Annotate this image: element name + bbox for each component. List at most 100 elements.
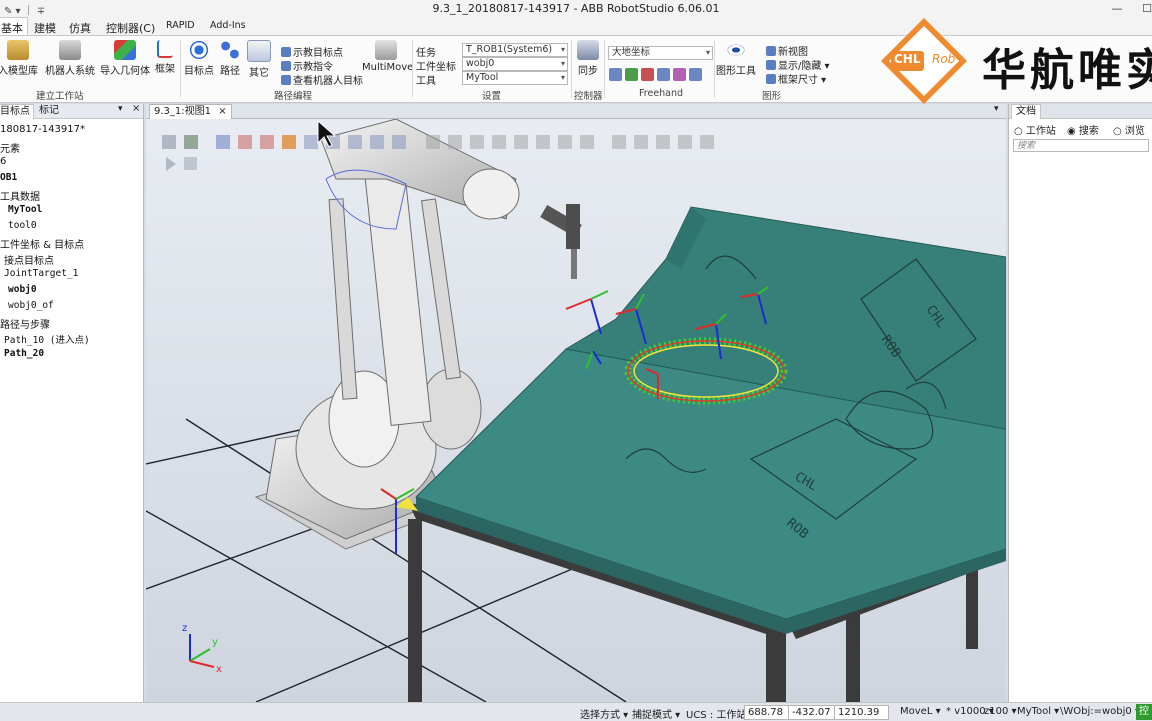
- path-button[interactable]: 路径: [217, 40, 243, 77]
- documents-header: 文档: [1009, 104, 1152, 119]
- tree-item[interactable]: tool0: [8, 220, 37, 231]
- graphics-tools-button[interactable]: 图形工具: [716, 40, 756, 77]
- tab-targets[interactable]: 目标点: [0, 104, 34, 119]
- jog-linear-icon[interactable]: [657, 68, 670, 81]
- frame-size-icon: [766, 74, 776, 84]
- tree-item[interactable]: wobj0: [8, 284, 37, 295]
- logo-badge-left: CHL: [894, 52, 921, 66]
- ucs-label: UCS : 工作站: [686, 710, 747, 721]
- target-label: 目标点: [184, 66, 214, 77]
- tree-item[interactable]: 180817-143917*: [0, 124, 85, 135]
- minimize-button[interactable]: —: [1100, 0, 1134, 17]
- panel-close-icon[interactable]: ×: [132, 103, 140, 114]
- radio-search[interactable]: ◉ 搜索: [1067, 122, 1099, 137]
- controller-group-label: 控制器: [574, 91, 603, 102]
- tree-item[interactable]: 路径与步骤: [0, 316, 50, 331]
- sync-button[interactable]: 同步: [575, 40, 601, 77]
- controller-status-badge[interactable]: 控: [1136, 704, 1152, 720]
- panel-dropdown-icon[interactable]: ▾: [118, 104, 123, 114]
- graphics-group-label: 图形: [762, 91, 782, 102]
- selection-mode-label: 选择方式: [580, 710, 620, 721]
- close-icon[interactable]: ×: [218, 106, 226, 117]
- task-select[interactable]: T_ROB1(System6): [462, 43, 568, 57]
- other-button[interactable]: 其它: [246, 40, 272, 79]
- radio-workstation-label: 工作站: [1025, 126, 1056, 137]
- settings-group-label: 设置: [482, 91, 502, 102]
- import-geometry-button[interactable]: 导入几何体: [100, 40, 150, 77]
- document-search-input[interactable]: 搜索: [1013, 139, 1149, 152]
- tree-item[interactable]: MyTool: [8, 204, 42, 215]
- sync-icon: [577, 40, 599, 60]
- tool-label: 工具: [416, 76, 436, 87]
- instruction-select[interactable]: MoveL ▾: [900, 706, 941, 717]
- target-button[interactable]: 目标点: [183, 40, 215, 77]
- logo-badge-right: Rob: [932, 52, 956, 66]
- teach-target-button[interactable]: 示教目标点: [281, 44, 343, 59]
- multi-robot-jog-icon[interactable]: [689, 68, 702, 81]
- jog-reorient-icon[interactable]: [673, 68, 686, 81]
- tree-item[interactable]: Path_10 (进入点): [4, 332, 90, 346]
- jog-joint-icon[interactable]: [641, 68, 654, 81]
- 3d-viewport[interactable]: CHL CHL ROB ROB z y x: [146, 119, 1006, 702]
- tab-basic[interactable]: 基本: [0, 17, 28, 35]
- other-label: 其它: [249, 68, 269, 79]
- robot-system-label: 机器人系统: [45, 66, 95, 77]
- frame-size-button[interactable]: 框架尺寸 ▾: [766, 71, 826, 86]
- title-bar: ✎ ▾ ｜ ∓ 9.3_1_20180817-143917 - ABB Robo…: [0, 0, 1152, 18]
- view-robot-target-button[interactable]: 查看机器人目标: [281, 72, 363, 87]
- frame-label: 框架: [155, 64, 175, 75]
- documents-title[interactable]: 文档: [1011, 104, 1041, 119]
- tab-tags[interactable]: 标记: [36, 104, 62, 118]
- tree-item[interactable]: 6: [0, 156, 6, 167]
- view-tab-label: 9.3_1:视图1: [154, 106, 211, 117]
- robot-system-button[interactable]: 机器人系统: [44, 40, 96, 77]
- multimove-button[interactable]: MultiMove: [362, 40, 413, 73]
- tool-select-status[interactable]: MyTool ▾: [1017, 706, 1059, 717]
- frame-button[interactable]: 框架: [152, 40, 178, 75]
- tab-view1[interactable]: 9.3_1:视图1 ×: [149, 104, 232, 119]
- reference-frame-select[interactable]: 大地坐标: [608, 46, 713, 60]
- freehand-group-label: Freehand: [639, 88, 684, 99]
- tab-rapid[interactable]: RAPID: [166, 20, 195, 31]
- view-dropdown-icon[interactable]: ▾: [994, 104, 999, 114]
- jog-move-icon[interactable]: [609, 68, 622, 81]
- group-divider: [571, 40, 572, 98]
- sync-label: 同步: [578, 66, 598, 77]
- group-divider: [412, 40, 413, 98]
- zone-select[interactable]: z100 ▾: [984, 706, 1017, 717]
- graphics-tools-label: 图形工具: [716, 66, 756, 77]
- tree-item[interactable]: Path_20: [4, 348, 44, 359]
- tab-add-ins[interactable]: Add-Ins: [210, 20, 246, 31]
- group-divider: [604, 40, 605, 98]
- tab-modeling[interactable]: 建模: [34, 20, 56, 36]
- tree-item[interactable]: 工件坐标 & 目标点: [0, 236, 84, 251]
- maximize-button[interactable]: ☐: [1130, 0, 1152, 17]
- jog-rotate-icon[interactable]: [625, 68, 638, 81]
- radio-unchecked-icon: ○: [1113, 126, 1122, 137]
- instruction-label: MoveL: [900, 706, 933, 717]
- tree-item[interactable]: JointTarget_1: [4, 268, 78, 279]
- radio-workstation[interactable]: ○ 工作站: [1014, 122, 1056, 137]
- teach-instruction-button[interactable]: 示教指令: [281, 58, 333, 73]
- selection-mode-button[interactable]: 选择方式 ▾: [580, 706, 628, 721]
- document-tab-bar: 9.3_1:视图1 × ▾: [146, 104, 1006, 119]
- tree-item[interactable]: 元素: [0, 140, 20, 155]
- 3d-scene[interactable]: CHL CHL ROB ROB z y x: [146, 119, 1006, 702]
- import-library-button[interactable]: 入模型库: [0, 40, 40, 77]
- snap-mode-button[interactable]: 捕捉模式 ▾: [632, 706, 680, 721]
- radio-checked-icon: ◉: [1067, 126, 1076, 137]
- new-view-button[interactable]: 新视图: [766, 43, 808, 58]
- show-hide-button[interactable]: 显示/隐藏 ▾: [766, 57, 830, 72]
- other-icon: [247, 40, 271, 62]
- coord-y: -432.07: [788, 705, 835, 720]
- tree-item[interactable]: 接点目标点: [4, 252, 54, 267]
- wobj-select-status[interactable]: \WObj:=wobj0 ▾: [1060, 706, 1140, 717]
- tree-item[interactable]: 工具数据: [0, 188, 40, 203]
- tree-item[interactable]: OB1: [0, 172, 17, 183]
- workobject-select[interactable]: wobj0: [462, 57, 568, 71]
- tool-select[interactable]: MyTool: [462, 71, 568, 85]
- tab-simulation[interactable]: 仿真: [69, 20, 91, 36]
- radio-browse[interactable]: ○ 浏览: [1113, 122, 1145, 137]
- tree-item[interactable]: wobj0_of: [8, 300, 54, 311]
- tab-controller[interactable]: 控制器(C): [106, 20, 155, 36]
